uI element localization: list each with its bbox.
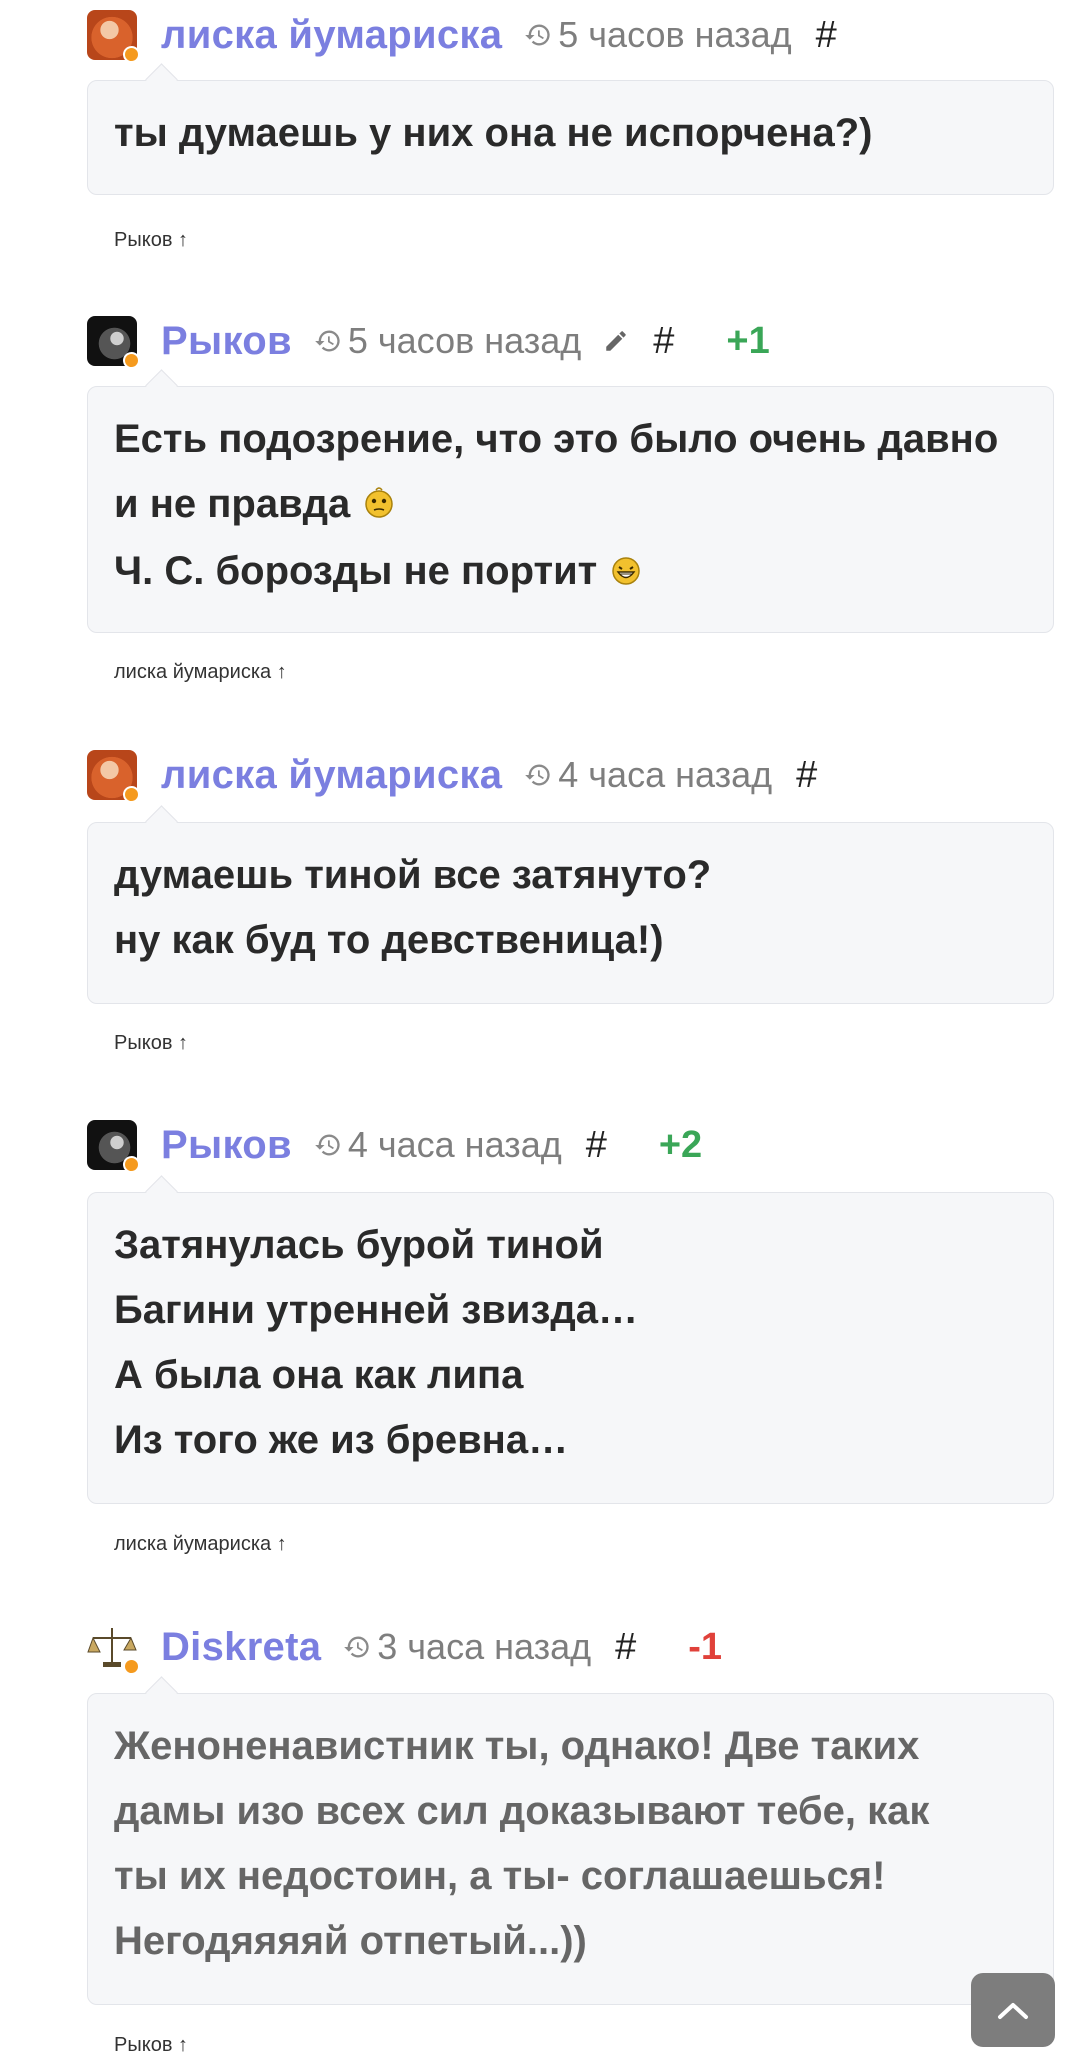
comment-body: Женоненавистник ты, однако! Две таких да…	[87, 1693, 1054, 2005]
thinking-smiley-icon	[364, 474, 394, 539]
online-status-dot	[123, 46, 140, 63]
comment-body: Есть подозрение, что это было очень давн…	[87, 386, 1054, 633]
history-icon	[315, 330, 340, 352]
comment-header: лиска йумариска 5 часов назад #	[87, 5, 837, 65]
pencil-icon	[606, 331, 627, 351]
comment-text: Ч. С. борозды не портит	[114, 548, 598, 593]
comment-text-line-with-smiley: Ч. С. борозды не портит	[114, 539, 1027, 606]
comment-text-line: Затянулась бурой тиной	[114, 1223, 604, 1267]
comment-rating: +1	[726, 319, 770, 362]
bw-portrait-avatar-icon[interactable]	[87, 1120, 140, 1173]
comment-rating: -1	[688, 1625, 723, 1668]
online-status-dot	[123, 1156, 140, 1173]
parent-comment-link[interactable]: лиска йумариска ↑	[114, 661, 287, 684]
comment-header: лиска йумариска 4 часа назад #	[87, 745, 817, 805]
comment-text-line: думаешь тиной все затянуто?	[114, 853, 712, 897]
author-name[interactable]: лиска йумариска	[161, 753, 502, 798]
parent-comment-link[interactable]: Рыков ↑	[114, 2034, 188, 2057]
comment-anchor-link[interactable]: #	[816, 14, 837, 57]
online-status-dot	[123, 352, 140, 369]
comment-time: 3 часа назад	[343, 1626, 591, 1668]
history-icon	[344, 1636, 369, 1658]
comment-time: 5 часов назад	[524, 14, 792, 56]
author-name[interactable]: лиска йумариска	[161, 13, 502, 58]
comment-time: 4 часа назад	[314, 1124, 562, 1166]
comment-anchor-link[interactable]: #	[653, 320, 674, 363]
comment-text-line: ты их недостоин, а ты- соглашаешься!	[114, 1854, 886, 1898]
grin-smiley-icon	[611, 541, 641, 606]
comment-rating: +2	[658, 1123, 703, 1166]
comment-time: 4 часа назад	[524, 754, 772, 796]
time-label[interactable]: 4 часа назад	[558, 754, 772, 796]
comment-text-line-with-smiley: и не правда	[114, 472, 1027, 539]
online-status-dot	[123, 786, 140, 803]
comment-header: Diskreta 3 часа назад # -1	[87, 1617, 722, 1677]
comment-body: думаешь тиной все затянуто? ну как буд т…	[87, 822, 1054, 1004]
history-icon	[525, 764, 550, 786]
comment-anchor-link[interactable]: #	[615, 1626, 636, 1669]
history-icon	[525, 24, 550, 46]
scales-avatar-icon[interactable]	[87, 1622, 140, 1675]
comment-anchor-link[interactable]: #	[796, 754, 817, 797]
comment-header: Рыков 4 часа назад # +2	[87, 1115, 702, 1175]
time-label[interactable]: 5 часов назад	[348, 320, 581, 362]
comment-anchor-link[interactable]: #	[586, 1124, 607, 1167]
bw-portrait-avatar-icon[interactable]	[87, 316, 140, 369]
author-name[interactable]: Рыков	[161, 319, 292, 364]
redhead-avatar-icon[interactable]	[87, 10, 140, 63]
redhead-avatar-icon[interactable]	[87, 750, 140, 803]
author-name[interactable]: Diskreta	[161, 1625, 321, 1670]
comment-text-line: А была она как липа	[114, 1353, 524, 1397]
comment-text-line: Женоненавистник ты, однако! Две таких	[114, 1724, 920, 1768]
comment-body: Затянулась бурой тиной Багини утренней з…	[87, 1192, 1054, 1504]
comment-text-line: Негодяяяяй отпетый...))	[114, 1919, 587, 1963]
comment-text-line: Багини утренней звизда…	[114, 1288, 638, 1332]
comment-text-line: Есть подозрение, что это было очень давн…	[114, 417, 999, 461]
author-name[interactable]: Рыков	[161, 1123, 292, 1168]
comment-text-line: ну как буд то девственица!)	[114, 918, 664, 962]
time-label[interactable]: 4 часа назад	[348, 1124, 562, 1166]
history-icon	[315, 1134, 340, 1156]
comment-text-line: Из того же из бревна…	[114, 1418, 569, 1462]
scroll-to-top-button[interactable]	[971, 1973, 1055, 2047]
time-label[interactable]: 3 часа назад	[377, 1626, 591, 1668]
parent-comment-link[interactable]: лиска йумариска ↑	[114, 1533, 287, 1556]
comment-text-line: ты думаешь у них она не испорчена?)	[114, 111, 873, 155]
comment-header: Рыков 5 часов назад # +1	[87, 311, 770, 371]
parent-comment-link[interactable]: Рыков ↑	[114, 229, 188, 252]
comment-time: 5 часов назад	[314, 320, 581, 362]
parent-comment-link[interactable]: Рыков ↑	[114, 1032, 188, 1055]
comment-text: и не правда	[114, 482, 351, 526]
online-status-dot	[123, 1658, 140, 1675]
comment-body: ты думаешь у них она не испорчена?)	[87, 80, 1054, 195]
time-label[interactable]: 5 часов назад	[558, 14, 791, 56]
comment-text-line: дамы изо всех сил доказывают тебе, как	[114, 1789, 930, 1833]
chevron-up-icon	[998, 2003, 1028, 2019]
